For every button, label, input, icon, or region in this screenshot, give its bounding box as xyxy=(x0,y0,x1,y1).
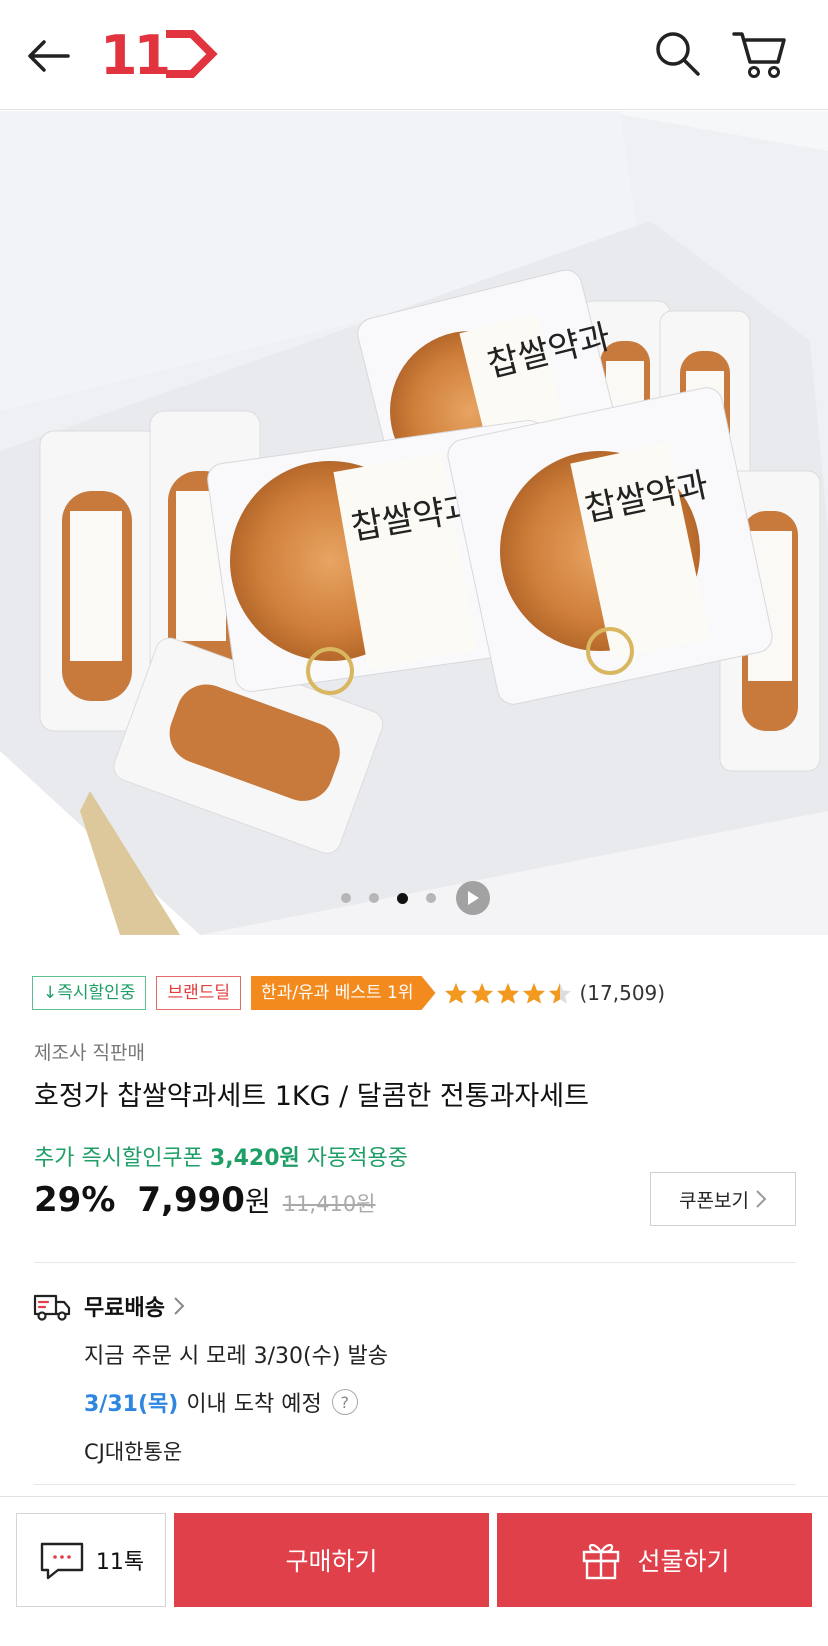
view-coupon-button[interactable]: 쿠폰보기 xyxy=(650,1172,796,1226)
chevron-right-icon xyxy=(756,1190,767,1208)
product-photo: 찹쌀약과 찹쌀약과 찹쌀약과 xyxy=(0,111,828,935)
help-icon[interactable]: ? xyxy=(331,1389,358,1415)
seller-label: 제조사 직판매 xyxy=(34,1042,145,1064)
price-row: 29% 7,990 원 11,410원 xyxy=(34,1180,376,1220)
carousel-dot[interactable] xyxy=(340,893,351,903)
buy-label: 구매하기 xyxy=(285,1547,378,1576)
coupon-amount: 3,420원 xyxy=(209,1146,300,1171)
star-full-icon xyxy=(522,983,545,1004)
chevron-right-icon xyxy=(174,1297,185,1315)
star-half-icon xyxy=(548,983,571,1004)
carousel-dot[interactable] xyxy=(425,893,436,903)
view-coupon-label: 쿠폰보기 xyxy=(679,1189,749,1212)
price-unit: 원 xyxy=(244,1185,271,1218)
logo-icon: 11 xyxy=(100,24,218,87)
star-full-icon xyxy=(496,983,519,1004)
carousel-dot[interactable] xyxy=(368,893,379,903)
bottom-action-bar: 11톡 구매하기 선물하기 xyxy=(0,1496,828,1646)
brand-deal-badge[interactable]: 브랜드딜 xyxy=(156,976,242,1010)
chat-bubble-icon xyxy=(40,1542,84,1580)
review-count[interactable]: (17,509) xyxy=(580,981,666,1005)
discount-rate: 29% xyxy=(34,1180,116,1220)
gift-button[interactable]: 선물하기 xyxy=(497,1513,812,1607)
free-shipping-link[interactable]: 무료배송 xyxy=(84,1290,185,1322)
sale-price: 7,990 xyxy=(137,1180,245,1220)
instant-discount-badge: ↓즉시할인중 xyxy=(32,976,147,1010)
product-title: 호정가 찹쌀약과세트 1KG / 달콤한 전통과자세트 xyxy=(34,1081,589,1112)
play-button[interactable] xyxy=(455,881,490,915)
top-header: 11 xyxy=(0,0,828,110)
product-image-carousel[interactable]: 찹쌀약과 찹쌀약과 찹쌀약과 xyxy=(0,111,828,935)
star-full-icon xyxy=(470,983,493,1004)
logo-text: 11 xyxy=(100,28,168,80)
divider xyxy=(34,1262,796,1263)
search-button[interactable] xyxy=(652,28,704,80)
arrival-suffix: 이내 도착 예정 xyxy=(186,1392,322,1417)
carrier-name: CJ대한통운 xyxy=(84,1440,183,1464)
star-full-icon xyxy=(444,983,467,1004)
arrival-date: 3/31(목) xyxy=(84,1392,179,1417)
11talk-label: 11톡 xyxy=(95,1550,145,1575)
arrival-estimate: 3/31(목) 이내 도착 예정 ? xyxy=(84,1386,358,1418)
carousel-dot[interactable] xyxy=(396,892,408,904)
ship-schedule: 지금 주문 시 모레 3/30(수) 발송 xyxy=(84,1344,388,1369)
carousel-indicator xyxy=(0,880,828,916)
delivery-truck-icon xyxy=(33,1294,71,1321)
arrow-left-icon xyxy=(28,40,70,72)
back-button[interactable] xyxy=(24,30,76,82)
coupon-prefix: 추가 즉시할인쿠폰 xyxy=(34,1146,210,1171)
search-icon xyxy=(656,32,700,76)
11st-logo[interactable]: 11 xyxy=(100,24,218,87)
badge-row: ↓즉시할인중 브랜드딜 한과/유과 베스트 1위 (17,509) xyxy=(32,976,665,1010)
auto-coupon-notice: 추가 즉시할인쿠폰 3,420원 자동적용중 xyxy=(34,1140,408,1172)
play-icon xyxy=(467,891,479,905)
coupon-suffix: 자동적용중 xyxy=(299,1146,408,1171)
free-shipping-label: 무료배송 xyxy=(84,1296,165,1321)
star-rating[interactable] xyxy=(444,982,574,1004)
buy-button[interactable]: 구매하기 xyxy=(174,1513,489,1607)
divider xyxy=(34,1484,796,1485)
cart-button[interactable] xyxy=(730,26,790,82)
gift-icon xyxy=(583,1543,620,1580)
cart-icon xyxy=(732,32,786,78)
gift-label: 선물하기 xyxy=(637,1547,730,1576)
original-price: 11,410원 xyxy=(282,1192,376,1216)
11talk-button[interactable]: 11톡 xyxy=(16,1513,166,1607)
best-ranking-badge[interactable]: 한과/유과 베스트 1위 xyxy=(251,976,435,1010)
